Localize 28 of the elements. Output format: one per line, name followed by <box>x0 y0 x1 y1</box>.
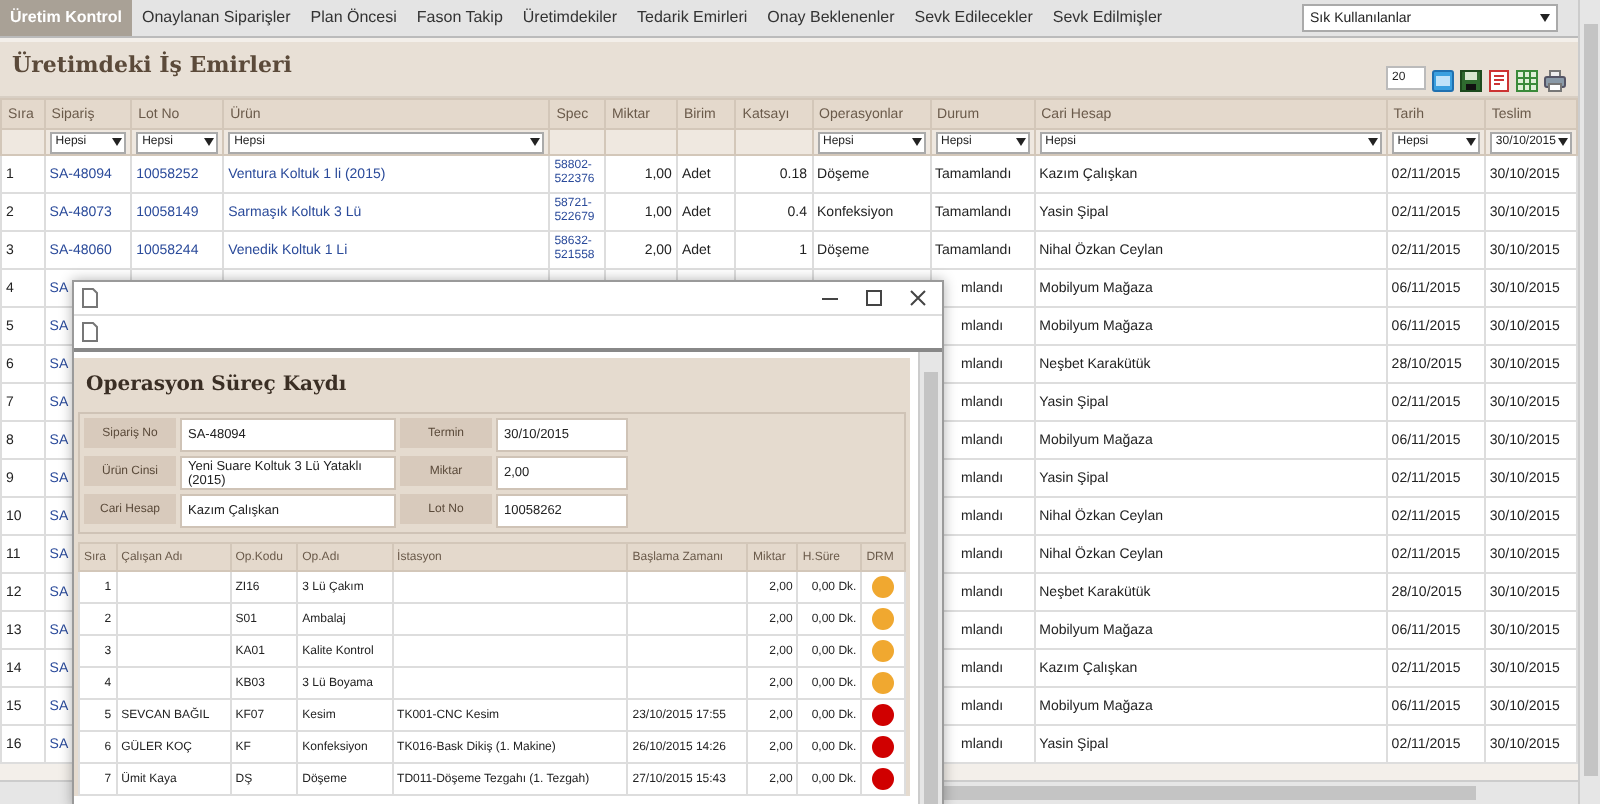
caret-icon <box>1540 14 1551 22</box>
dialog-heading: Operasyon Süreç Kaydı <box>84 372 349 400</box>
caret-icon <box>1558 138 1569 146</box>
nav-tab[interactable]: Fason Takip <box>406 0 513 36</box>
save-icon[interactable] <box>1460 67 1483 89</box>
close-icon[interactable] <box>910 290 926 306</box>
caret-icon <box>204 138 215 146</box>
page-title: Üretimdeki İş Emirleri <box>12 52 292 78</box>
caret-icon <box>1015 138 1026 146</box>
grid-icon[interactable] <box>1516 67 1539 89</box>
printer-icon[interactable] <box>1544 67 1567 89</box>
nav-tab[interactable]: Plan Öncesi <box>300 0 407 36</box>
nav-tab[interactable]: Sevk Edilmişler <box>1042 0 1173 36</box>
nav-tab[interactable]: Tedarik Emirleri <box>627 0 758 36</box>
caret-icon <box>1367 138 1378 146</box>
nav-tab[interactable]: Onaylanan Siparişler <box>132 0 301 36</box>
maximize-icon[interactable] <box>866 290 882 306</box>
nav-tab[interactable]: Sevk Edilecekler <box>904 0 1043 36</box>
nav-tab[interactable]: Onay Beklenenler <box>757 0 905 36</box>
caret-icon <box>1465 138 1476 146</box>
window-icon[interactable] <box>1432 67 1455 89</box>
nav-tab[interactable]: Üretimdekiler <box>512 0 628 36</box>
caret-icon <box>530 138 541 146</box>
vertical-scrollbar[interactable] <box>1578 0 1600 804</box>
document-icon[interactable] <box>1488 67 1511 89</box>
caret-icon <box>911 138 922 146</box>
caret-icon <box>112 138 123 146</box>
vertical-scrollbar[interactable] <box>918 352 942 804</box>
